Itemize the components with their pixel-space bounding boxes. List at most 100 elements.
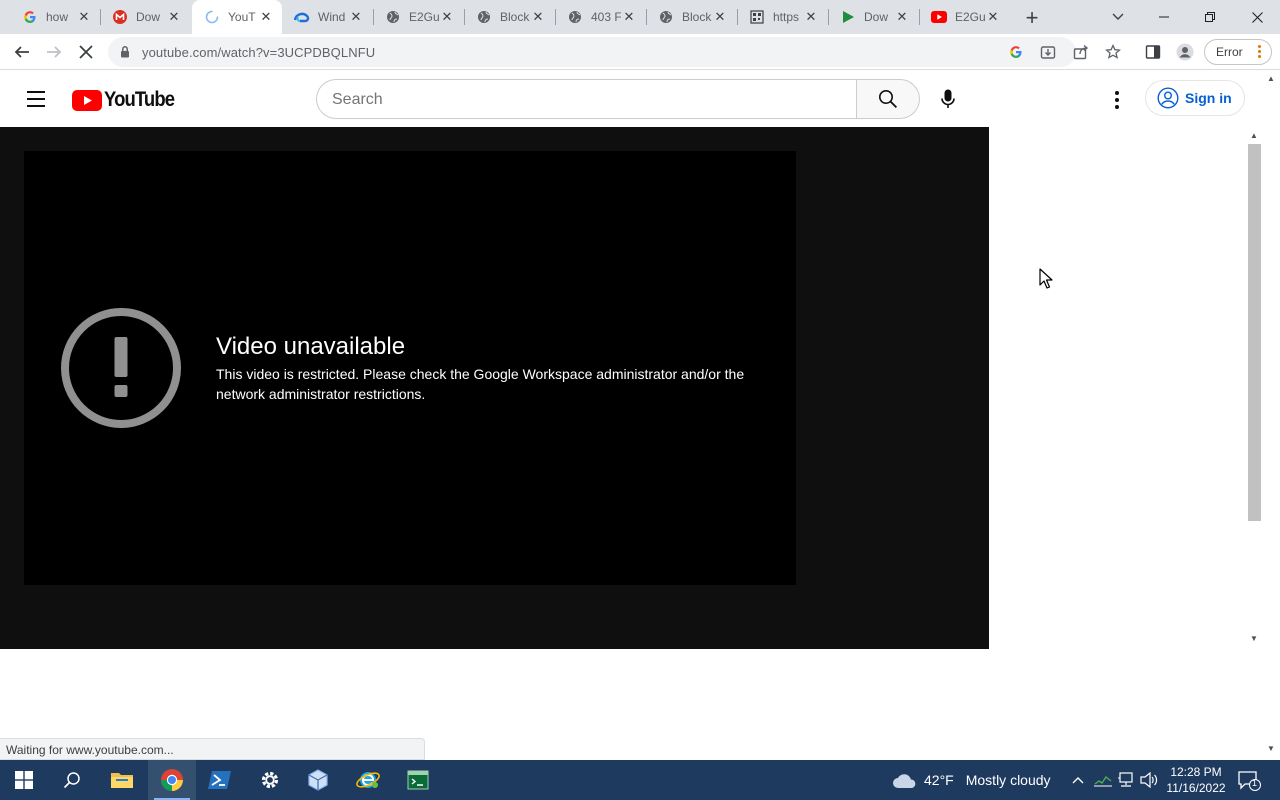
weather-widget[interactable]: 42°F Mostly cloudy [892,768,1051,792]
youtube-play-icon [72,89,102,111]
globe-icon [658,9,674,25]
taskbar-search-button[interactable] [48,760,96,800]
back-button[interactable] [8,38,36,66]
close-icon[interactable]: ✕ [530,9,546,25]
close-window-button[interactable] [1234,0,1280,34]
tab-title: 403 F [591,10,621,24]
google-g-icon [22,9,38,25]
search-icon [879,90,898,109]
weather-temperature: 42°F [924,772,954,788]
close-icon [1251,11,1263,23]
tab-search-button[interactable] [1106,5,1130,29]
arrow-right-icon [47,46,62,58]
settings-taskbar-item[interactable] [246,760,294,800]
tab-0[interactable]: how ✕ [10,0,100,34]
close-icon[interactable]: ✕ [621,9,637,25]
tab-title: how [46,10,69,24]
youtube-masthead: YouTube Sign in [0,71,1264,127]
minimize-icon [1159,16,1169,18]
cloud-icon [893,774,916,788]
close-icon[interactable]: ✕ [258,9,274,25]
tray-chevron-up-icon[interactable] [1068,770,1088,790]
notification-icon [1238,771,1261,791]
outer-scrollbar[interactable] [1264,71,1280,761]
virtualbox-taskbar-item[interactable] [294,760,342,800]
close-icon[interactable]: ✕ [439,9,455,25]
install-app-icon[interactable] [1040,44,1056,60]
powershell-icon [208,771,231,789]
settings-more-icon[interactable] [1102,85,1132,115]
close-icon[interactable]: ✕ [166,9,182,25]
youtube-icon [931,9,947,25]
scrollbar-thumb[interactable] [1248,144,1261,521]
lock-icon[interactable] [120,45,130,63]
share-button[interactable] [1067,38,1095,66]
sign-in-button[interactable]: Sign in [1145,80,1245,116]
youtube-logo[interactable]: YouTube [72,88,184,112]
tab-title: Dow [136,10,161,24]
address-bar[interactable]: youtube.com/watch?v=3UCPDBQLNFU [108,37,1076,67]
forward-button[interactable] [40,38,68,66]
close-icon[interactable]: ✕ [76,9,92,25]
close-icon[interactable]: ✕ [348,9,364,25]
tray-activity-icon[interactable] [1093,770,1113,790]
terminal-taskbar-item[interactable] [394,760,442,800]
tab-1[interactable]: Dow ✕ [100,0,190,34]
chrome-taskbar-item[interactable] [148,760,196,800]
close-icon[interactable]: ✕ [894,9,910,25]
globe-icon [385,9,401,25]
tab-9[interactable]: Dow ✕ [828,0,918,34]
tab-7[interactable]: Block ✕ [646,0,736,34]
search-input[interactable] [332,89,832,111]
microphone-icon [941,89,955,108]
tab-3[interactable]: Wind ✕ [282,0,372,34]
network-icon[interactable] [1116,770,1136,790]
system-clock[interactable]: 12:28 PM 11/16/2022 [1162,764,1230,796]
tab-4[interactable]: E2Gu ✕ [373,0,463,34]
close-icon[interactable]: ✕ [803,9,819,25]
volume-icon[interactable] [1139,770,1159,790]
restore-button[interactable] [1187,0,1233,34]
exclamation-circle-icon [61,308,181,428]
search-field[interactable] [316,79,857,119]
side-panel-button[interactable] [1139,38,1167,66]
close-icon[interactable]: ✕ [712,9,728,25]
tab-2-active[interactable]: YouT ✕ [192,0,282,34]
avatar-icon [1176,43,1194,61]
tab-title: Block [500,10,530,24]
tab-5[interactable]: Block ✕ [464,0,554,34]
url-text[interactable]: youtube.com/watch?v=3UCPDBQLNFU [142,45,375,60]
scroll-up-arrow-icon[interactable]: ▲ [1250,131,1258,140]
windows-logo-icon [15,771,33,789]
tab-6[interactable]: 403 F ✕ [555,0,645,34]
scroll-down-arrow-icon[interactable]: ▼ [1267,744,1275,753]
scroll-down-arrow-icon[interactable]: ▼ [1250,634,1258,643]
stop-loading-button[interactable] [72,38,100,66]
hamburger-menu-icon[interactable] [22,85,50,113]
google-lens-icon[interactable] [1008,44,1024,60]
minimize-button[interactable] [1141,0,1187,34]
new-tab-button[interactable]: + [1018,4,1046,32]
close-icon[interactable]: ✕ [985,9,1001,25]
tab-8[interactable]: https ✕ [737,0,827,34]
search-button[interactable] [856,79,920,119]
red-m-icon [112,9,128,25]
tab-10[interactable]: E2Gu ✕ [919,0,1009,34]
notification-center-button[interactable]: 1 [1236,768,1262,792]
terminal-icon [407,770,429,790]
ie-taskbar-item[interactable] [344,760,392,800]
profile-button[interactable] [1171,38,1199,66]
scroll-up-arrow-icon[interactable]: ▲ [1267,74,1275,83]
error-title: Video unavailable [216,333,406,360]
video-player[interactable]: Video unavailable This video is restrict… [24,151,796,585]
browser-error-badge[interactable]: Error [1204,39,1272,65]
start-button[interactable] [0,760,48,800]
bookmark-button[interactable] [1099,38,1127,66]
star-icon [1105,44,1121,59]
voice-search-button[interactable] [928,79,968,119]
error-message: This video is restricted. Please check t… [216,366,745,402]
powershell-taskbar-item[interactable] [196,760,244,800]
tab-title: Block [682,10,712,24]
file-explorer-taskbar-item[interactable] [98,760,146,800]
chevron-down-icon [1112,13,1124,20]
